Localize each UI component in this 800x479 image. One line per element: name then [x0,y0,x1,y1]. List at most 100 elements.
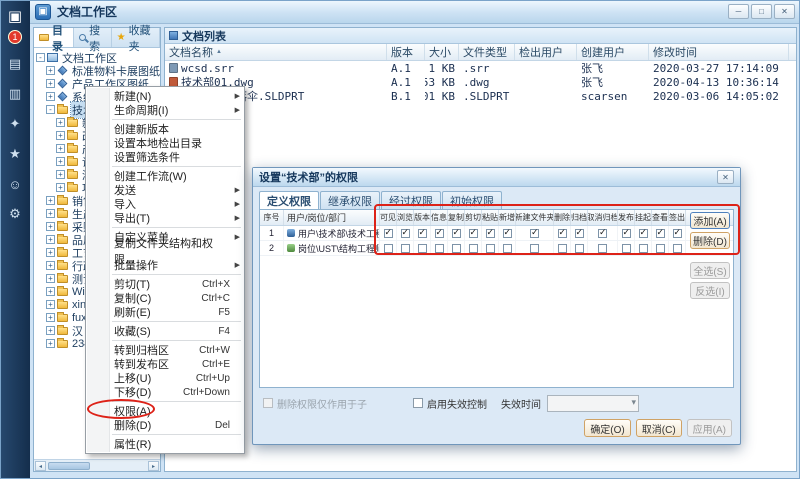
permission-checkbox[interactable] [639,229,648,238]
menu-item[interactable]: 收藏(S)F4 [86,324,244,338]
expand-icon[interactable]: + [46,339,55,348]
side-button[interactable]: 添加(A) [690,212,730,229]
expand-icon[interactable]: + [46,196,55,205]
permission-checkbox[interactable] [530,229,539,238]
menu-item[interactable]: 转到发布区Ctrl+E [86,357,244,371]
dialog-tab[interactable]: 经过权限 [381,191,441,209]
permission-checkbox[interactable] [575,244,584,253]
expand-icon[interactable]: + [46,326,55,335]
close-button[interactable]: ✕ [774,4,795,19]
folders-icon[interactable]: ▥ [0,82,30,106]
permission-checkbox[interactable] [503,244,512,253]
permission-checkbox[interactable] [558,229,567,238]
column-header[interactable]: 文档名称▲ [165,44,387,60]
dialog-tab[interactable]: 继承权限 [320,191,380,209]
explorer-tab[interactable]: 目录 [34,28,74,47]
permission-checkbox[interactable] [598,229,607,238]
dialog-tab[interactable]: 初始权限 [442,191,502,209]
dialog-tab[interactable]: 定义权限 [259,191,319,209]
permission-checkbox[interactable] [673,229,682,238]
permission-checkbox[interactable] [598,244,607,253]
expand-icon[interactable]: + [46,92,55,101]
column-header[interactable]: 大小 [425,44,459,60]
expand-icon[interactable]: + [56,118,65,127]
workflow-icon[interactable]: ✦ [0,112,30,136]
permission-checkbox[interactable] [384,244,393,253]
permission-checkbox[interactable] [656,244,665,253]
explorer-tab[interactable]: 搜索 [74,28,112,47]
permission-checkbox[interactable] [486,229,495,238]
menu-item[interactable]: 导出(T)▶ [86,211,244,225]
dialog-close-icon[interactable]: ✕ [717,170,734,184]
permission-checkbox[interactable] [656,229,665,238]
perm-row[interactable]: 1用户\技术部\技术工程师\ [260,226,733,241]
permission-checkbox[interactable] [503,229,512,238]
menu-item[interactable]: 设置筛选条件 [86,150,244,164]
expand-icon[interactable]: + [46,209,55,218]
menu-item[interactable]: 导入▶ [86,197,244,211]
collapse-icon[interactable]: - [46,105,55,114]
menu-item[interactable]: 删除(D)Del [86,418,244,432]
dialog-button[interactable]: 取消(C) [636,419,682,437]
menu-item[interactable]: 创建新版本 [86,122,244,136]
side-button[interactable]: 删除(D) [690,232,730,249]
table-row[interactable]: 技术部01.dwgA.153 KB.dwg张飞2020-04-13 10:36:… [165,75,796,89]
expand-icon[interactable]: + [46,79,55,88]
permission-checkbox[interactable] [622,229,631,238]
horizontal-scrollbar[interactable]: ◂ ▸ [34,459,160,471]
expand-icon[interactable]: + [46,235,55,244]
expiry-time-select[interactable] [547,395,639,412]
user-icon[interactable]: ☺ [0,172,30,196]
permission-checkbox[interactable] [418,244,427,253]
column-header[interactable]: 修改时间 [649,44,789,60]
scrollbar-thumb[interactable] [48,462,90,470]
permission-checkbox[interactable] [469,244,478,253]
collapse-icon[interactable]: - [36,53,45,62]
scroll-right-icon[interactable]: ▸ [148,461,159,471]
menu-item[interactable]: 上移(U)Ctrl+Up [86,371,244,385]
permission-checkbox[interactable] [384,229,393,238]
expand-icon[interactable]: + [56,131,65,140]
menu-item[interactable]: 批量操作▶ [86,258,244,272]
expand-icon[interactable]: + [46,274,55,283]
menu-item[interactable]: 属性(R) [86,437,244,451]
permission-checkbox[interactable] [401,244,410,253]
permission-checkbox[interactable] [469,229,478,238]
table-row[interactable]: wcsd.srrA.11 KB.srr张飞2020-03-27 17:14:09 [165,61,796,75]
menu-item[interactable]: 设置本地检出目录 [86,136,244,150]
expiry-enable-checkbox[interactable] [413,398,423,408]
menu-item[interactable]: 新建(N)▶ [86,89,244,103]
expand-icon[interactable]: + [46,313,55,322]
permission-checkbox[interactable] [558,244,567,253]
permission-checkbox[interactable] [486,244,495,253]
dialog-button[interactable]: 确定(O) [584,419,630,437]
column-header[interactable]: 文件类型 [459,44,515,60]
menu-item[interactable]: 生命周期(I)▶ [86,103,244,117]
expand-icon[interactable]: + [56,157,65,166]
expand-icon[interactable]: + [56,183,65,192]
permission-checkbox[interactable] [639,244,648,253]
permission-checkbox[interactable] [575,229,584,238]
explorer-tab[interactable]: 收藏夹 [112,28,160,47]
column-header[interactable]: 版本 [387,44,425,60]
permission-checkbox[interactable] [530,244,539,253]
expand-icon[interactable]: + [46,261,55,270]
menu-item[interactable]: 发送▶ [86,183,244,197]
perm-row[interactable]: 2岗位\UST\结构工程师\ [260,241,733,256]
expand-icon[interactable]: + [46,66,55,75]
column-header[interactable]: 检出用户 [515,44,577,60]
minimize-button[interactable]: ─ [728,4,749,19]
column-header[interactable]: 创建用户 [577,44,649,60]
permission-checkbox[interactable] [435,244,444,253]
expand-icon[interactable]: + [56,170,65,179]
permission-checkbox[interactable] [622,244,631,253]
permission-checkbox[interactable] [401,229,410,238]
expand-icon[interactable]: + [46,287,55,296]
menu-item[interactable]: 转到归档区Ctrl+W [86,343,244,357]
menu-item[interactable]: 创建工作流(W) [86,169,244,183]
delete-scope-checkbox[interactable] [263,398,273,408]
menu-item[interactable]: 复制文件夹结构和权限... [86,244,244,258]
menu-item[interactable]: 刷新(E)F5 [86,305,244,319]
permission-checkbox[interactable] [673,244,682,253]
expand-icon[interactable]: + [46,222,55,231]
